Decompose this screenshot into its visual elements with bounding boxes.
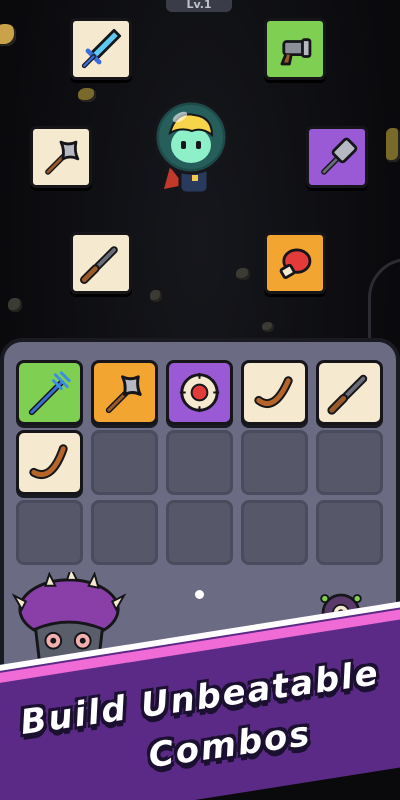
rock-decor [0, 24, 16, 46]
shotgun-icon [80, 246, 118, 284]
inventory-slot-trident[interactable] [16, 360, 83, 425]
rock-decor [150, 290, 162, 302]
inventory-slot-empty[interactable] [91, 500, 158, 565]
boxing-glove-icon [279, 248, 312, 279]
shotgun-icon [327, 374, 368, 415]
inventory-slot-boomerang[interactable] [241, 360, 308, 425]
battle-axe-icon [105, 375, 142, 414]
battle-axe-icon [45, 140, 80, 175]
orbit-card-shotgun [70, 232, 132, 294]
ice-sword-icon [81, 28, 122, 69]
orbit-card-war-hammer [306, 126, 368, 188]
inventory-slot-empty[interactable] [316, 500, 383, 565]
hero-astronaut [153, 99, 229, 201]
rock-decor [386, 128, 400, 162]
page-indicator-dot[interactable] [195, 590, 204, 599]
inventory-slot-target-orb[interactable] [166, 360, 233, 425]
war-hammer-icon [321, 137, 358, 175]
rock-decor [236, 268, 250, 280]
orbit-card-boxing-glove [264, 232, 326, 294]
orbit-card-ice-sword [70, 18, 132, 80]
level-badge: Lv.1 [166, 0, 232, 12]
rock-decor [78, 88, 96, 102]
orbit-card-battle-axe [30, 126, 92, 188]
boomerang-icon [29, 444, 68, 479]
inventory-slot-empty[interactable] [316, 430, 383, 495]
rock-decor [8, 298, 22, 312]
inventory-slot-empty[interactable] [16, 500, 83, 565]
inventory-slot-battle-axe[interactable] [91, 360, 158, 425]
inventory-slot-empty[interactable] [166, 430, 233, 495]
inventory-slot-shotgun[interactable] [316, 360, 383, 425]
inventory-slot-empty[interactable] [166, 500, 233, 565]
rock-decor [262, 322, 274, 332]
trident-icon [28, 371, 71, 416]
inventory-slot-empty[interactable] [241, 500, 308, 565]
orbit-card-blaster [264, 18, 326, 80]
boomerang-icon [254, 376, 293, 408]
blaster-icon [280, 38, 312, 66]
game-screen: Lv.1 Build Unbeatable Combos [0, 0, 400, 800]
inventory-slot-boomerang[interactable] [16, 430, 83, 495]
inventory-slot-empty[interactable] [241, 430, 308, 495]
inventory-slot-empty[interactable] [91, 430, 158, 495]
target-orb-icon [179, 372, 220, 413]
